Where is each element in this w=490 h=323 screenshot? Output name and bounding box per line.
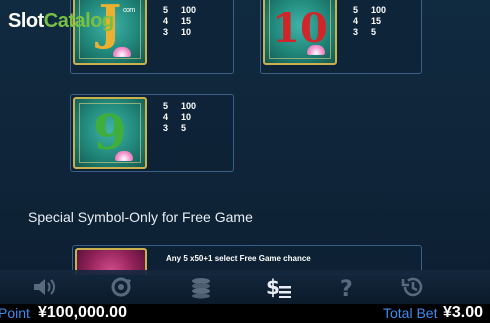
question-icon: ?: [340, 277, 353, 299]
history-icon: [401, 277, 423, 297]
refresh-gear-icon: [111, 277, 131, 297]
pay-row: 4 10: [163, 112, 192, 122]
speaker-icon: [34, 279, 55, 295]
paytable-j-rows: 5 100 4 15 3 10: [163, 5, 196, 38]
nine-lotus-symbol: 9: [73, 97, 147, 169]
total-bet-label: Total Bet: [383, 305, 438, 321]
coins-button[interactable]: [184, 274, 218, 300]
paytable-card-10: 10 5 100 4 15 35: [260, 0, 422, 74]
total-bet-value: ¥3.00: [443, 304, 484, 321]
pay-row: 4 15: [353, 16, 382, 26]
pay-row: 35: [163, 123, 187, 133]
coin-stack-icon: [192, 278, 210, 299]
ten-glyph: 10: [272, 5, 328, 52]
slotcatalog-logo: SlotCatalog com: [8, 7, 135, 32]
svg-text:?: ?: [340, 277, 353, 299]
paytable-card-9: 9 5 100 4 10 35: [70, 94, 234, 172]
pay-row: 4 15: [163, 16, 192, 26]
point-value: ¥100,000.00: [38, 304, 127, 321]
paytable-10-rows: 5 100 4 15 35: [353, 5, 386, 38]
pay-row: 35: [353, 27, 377, 37]
special-symbol-title: Special Symbol-Only for Free Game: [28, 209, 253, 225]
paytable-button[interactable]: $: [262, 274, 296, 300]
pay-row: 5 100: [163, 101, 197, 111]
help-button[interactable]: ?: [330, 274, 364, 300]
dollar-lines-icon: $: [266, 275, 291, 299]
special-symbol-text: Any 5 x50+1 select Free Game chance: [166, 254, 311, 263]
status-bar: Point ¥100,000.00 Total Bet ¥3.00: [0, 304, 490, 323]
paytable-9-rows: 5 100 4 10 35: [163, 101, 196, 134]
pay-row: 5 100: [353, 5, 387, 15]
pay-row: 5 100: [163, 5, 197, 15]
sound-button[interactable]: [28, 274, 62, 300]
autoplay-button[interactable]: [104, 274, 138, 300]
ten-lotus-symbol: 10: [263, 0, 337, 65]
history-button[interactable]: [396, 274, 430, 300]
point-label: Point: [0, 305, 30, 321]
bottom-toolbar: $ ?: [0, 270, 490, 304]
pay-row: 3 10: [163, 27, 192, 37]
svg-text:$: $: [266, 275, 280, 299]
nine-glyph: 9: [93, 105, 127, 161]
